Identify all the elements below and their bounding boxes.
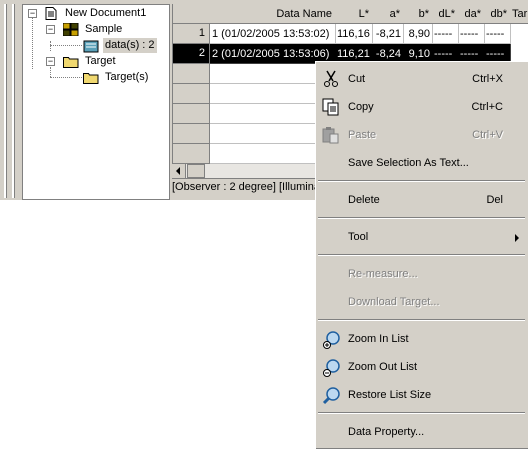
column-header[interactable]: a*	[372, 4, 404, 24]
grid-status-text: [Observer : 2 degree] [Illuminant	[172, 178, 317, 195]
table-cell[interactable]: -8,21	[372, 24, 404, 44]
collapse-toggle[interactable]: −	[28, 9, 37, 18]
submenu-arrow-icon	[515, 234, 519, 242]
row-header[interactable]	[173, 144, 210, 164]
scroll-left-button[interactable]	[172, 164, 186, 178]
menu-label: Save Selection As Text...	[348, 157, 469, 169]
menu-separator	[318, 412, 525, 414]
collapse-toggle[interactable]: −	[46, 25, 55, 34]
column-header[interactable]: dL*	[432, 4, 459, 24]
row-header[interactable]	[173, 104, 210, 124]
tree-item-document[interactable]: New Document1	[65, 6, 146, 21]
tree-item-data[interactable]: data(s) : 2	[103, 38, 157, 53]
column-header[interactable]: Data Name	[210, 4, 336, 24]
row-header[interactable]	[173, 64, 210, 84]
splitter-grip[interactable]	[4, 4, 7, 198]
menu-label: Data Property...	[348, 426, 425, 438]
data-icon	[83, 40, 99, 53]
paste-icon	[322, 127, 339, 144]
horizontal-scrollbar[interactable]	[172, 164, 317, 178]
menu-shortcut: Ctrl+V	[472, 129, 503, 141]
menu-separator	[318, 180, 525, 182]
table-cell[interactable]: -----	[484, 24, 511, 44]
menu-item-save-selection[interactable]: Save Selection As Text...	[316, 152, 527, 174]
menu-item-copy[interactable]: Copy Ctrl+C	[316, 96, 527, 118]
table-cell[interactable]	[210, 144, 318, 164]
column-header[interactable]: L*	[335, 4, 373, 24]
column-header[interactable]: b*	[403, 4, 433, 24]
zoom-out-icon	[322, 359, 340, 377]
scissors-icon	[324, 70, 338, 87]
row-header[interactable]: 1	[173, 24, 210, 44]
column-header[interactable]: Tar	[510, 4, 528, 24]
menu-shortcut: Ctrl+C	[471, 101, 503, 113]
menu-label: Delete	[348, 194, 380, 206]
tree-item-target[interactable]: Target	[85, 54, 116, 69]
menu-item-download-target[interactable]: Download Target...	[316, 291, 527, 313]
folder-icon	[83, 73, 99, 84]
menu-label: Copy	[348, 101, 374, 113]
zoom-in-icon	[322, 331, 340, 349]
splitter-grip[interactable]	[12, 4, 15, 198]
document-icon	[45, 7, 57, 20]
menu-item-restore-list-size[interactable]: Restore List Size	[316, 384, 527, 406]
table-cell[interactable]	[210, 64, 318, 84]
menu-item-delete[interactable]: Delete Del	[316, 189, 527, 211]
menu-label: Restore List Size	[348, 389, 432, 401]
arrow-left-icon	[176, 167, 180, 175]
table-cell[interactable]: -----	[458, 24, 485, 44]
menu-item-paste[interactable]: Paste Ctrl+V	[316, 124, 527, 146]
row-header[interactable]: 2	[173, 44, 210, 64]
tree-label: Target(s)	[105, 71, 149, 83]
tree-item-targets[interactable]: Target(s)	[105, 70, 148, 85]
table-cell[interactable]: 1 (01/02/2005 13:53:02)	[210, 24, 336, 44]
magnifier-icon	[322, 387, 340, 405]
menu-item-cut[interactable]: Cut Ctrl+X	[316, 68, 527, 90]
menu-item-zoom-out[interactable]: Zoom Out List	[316, 356, 527, 378]
menu-label: Tool	[348, 231, 369, 243]
menu-label: Re-measure...	[348, 268, 418, 280]
menu-label: Download Target...	[348, 296, 440, 308]
table-cell[interactable]	[210, 124, 318, 144]
grid-corner	[173, 4, 211, 24]
tree-label: New Document1	[65, 7, 147, 19]
column-header[interactable]: da*	[458, 4, 485, 24]
column-header[interactable]: db*	[484, 4, 511, 24]
menu-item-remeasure[interactable]: Re-measure...	[316, 263, 527, 285]
menu-label: Zoom In List	[348, 333, 409, 345]
table-cell[interactable]: -----	[432, 24, 459, 44]
menu-separator	[318, 319, 525, 321]
menu-item-zoom-in[interactable]: Zoom In List	[316, 328, 527, 350]
row-header[interactable]	[173, 84, 210, 104]
context-menu: Cut Ctrl+X Copy Ctrl+C Paste Ctrl+V Save…	[315, 61, 528, 449]
menu-shortcut: Del	[486, 194, 503, 206]
menu-label: Paste	[348, 129, 377, 141]
table-cell[interactable]	[210, 84, 318, 104]
table-cell[interactable]: 116,16	[335, 24, 373, 44]
menu-label: Zoom Out List	[348, 361, 418, 373]
tree-label: Target	[85, 55, 116, 67]
table-cell[interactable]: 8,90	[403, 24, 433, 44]
scroll-thumb[interactable]	[187, 164, 205, 178]
menu-separator	[318, 217, 525, 219]
tree-label: data(s) : 2	[105, 39, 155, 51]
sample-icon	[63, 23, 79, 36]
copy-icon	[322, 98, 339, 116]
menu-shortcut: Ctrl+X	[472, 73, 503, 85]
tree-label: Sample	[85, 23, 123, 35]
folder-icon	[63, 57, 79, 68]
tree-item-sample[interactable]: Sample	[85, 22, 122, 37]
menu-separator	[318, 254, 525, 256]
table-cell[interactable]	[210, 104, 318, 124]
menu-item-data-property[interactable]: Data Property...	[316, 421, 527, 443]
collapse-toggle[interactable]: −	[46, 57, 55, 66]
menu-label: Cut	[348, 73, 366, 85]
row-header[interactable]	[173, 124, 210, 144]
menu-item-tool[interactable]: Tool	[316, 226, 527, 248]
document-tree[interactable]: − New Document1 − Sample data(s) : 2 − T…	[22, 4, 170, 200]
